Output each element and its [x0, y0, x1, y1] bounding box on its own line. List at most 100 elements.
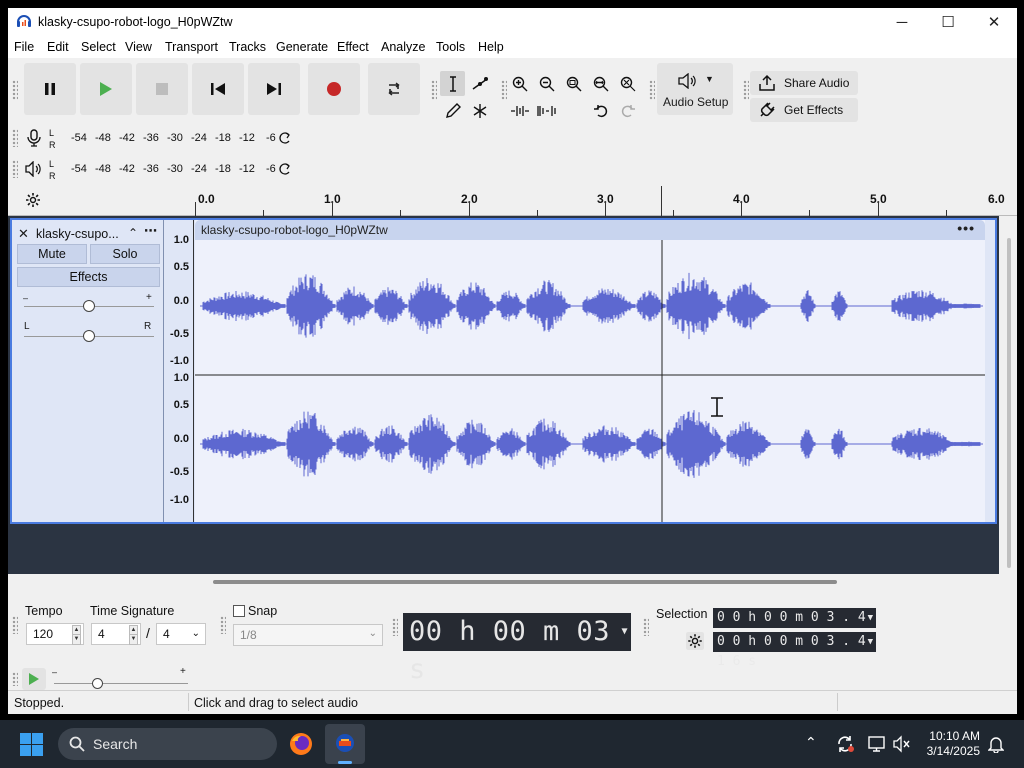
snap-select[interactable]: 1/8 ⌄	[233, 624, 383, 646]
time-signature-numerator[interactable]: 4 ▲ ▼	[91, 623, 141, 645]
snap-grip[interactable]	[220, 616, 226, 634]
snap-checkbox[interactable]	[233, 605, 245, 617]
speaker-icon[interactable]	[25, 161, 43, 177]
envelope-tool[interactable]	[467, 71, 492, 96]
minimize-button[interactable]: ─	[879, 8, 925, 36]
collapse-track-icon[interactable]: ⌃	[128, 226, 138, 240]
timeline-ruler[interactable]: 0.0 1.0 2.0 3.0 4.0 5.0 6.0	[8, 186, 1017, 216]
draw-tool[interactable]	[440, 98, 465, 123]
vertical-scrollbar[interactable]	[1005, 224, 1013, 568]
waveform[interactable]	[195, 240, 985, 522]
get-effects-button[interactable]: Get Effects	[750, 98, 858, 122]
microphone-icon[interactable]	[27, 129, 41, 147]
audio-setup-button[interactable]: ▼ Audio Setup	[657, 63, 733, 115]
selection-tool[interactable]	[440, 71, 465, 96]
menu-tools[interactable]: Tools	[436, 40, 465, 54]
close-button[interactable]: ✕	[971, 8, 1017, 36]
gain-slider-thumb[interactable]	[83, 300, 95, 312]
title-bar[interactable]: klasky-csupo-robot-logo_H0pWZtw ─ ☐ ✕	[8, 8, 1017, 36]
multi-tool[interactable]	[467, 98, 492, 123]
amplitude-ruler[interactable]: 1.0 0.5 0.0 -0.5 -1.0 1.0 0.5 0.0 -0.5 -…	[164, 220, 194, 522]
chevron-down-icon[interactable]: ▼	[621, 613, 628, 651]
meter-reset-icon[interactable]	[279, 132, 291, 144]
play-button[interactable]	[80, 63, 132, 115]
chevron-up-icon[interactable]: ⌃	[805, 734, 817, 751]
menu-transport[interactable]: Transport	[165, 40, 218, 54]
audio-track[interactable]: ✕ klasky-csupo... ⌃ ⋯ Mute Solo Effects …	[10, 218, 997, 524]
close-track-icon[interactable]: ✕	[18, 226, 29, 242]
time-sig-grip[interactable]	[12, 616, 18, 634]
speed-slider-track[interactable]	[54, 683, 188, 684]
effects-button[interactable]: Effects	[17, 267, 160, 287]
loop-button[interactable]	[368, 63, 420, 115]
taskbar-search[interactable]: Search	[58, 728, 277, 760]
fit-project-button[interactable]	[588, 71, 613, 96]
selection-end-time[interactable]: 0 0 h 0 0 m 0 3 . 4 1 6 s ▼	[713, 632, 876, 669]
solo-button[interactable]: Solo	[90, 244, 160, 264]
speed-slider-thumb[interactable]	[92, 678, 103, 689]
fit-selection-button[interactable]	[561, 71, 586, 96]
firefox-icon[interactable]	[289, 732, 313, 756]
volume-muted-icon[interactable]	[893, 735, 911, 753]
time-display[interactable]: 00 h 00 m 03 s ▼	[403, 613, 631, 685]
pause-button[interactable]	[24, 63, 76, 115]
menu-effect[interactable]: Effect	[337, 40, 369, 54]
vertical-scroll-thumb[interactable]	[1007, 238, 1011, 568]
time-grip[interactable]	[392, 618, 398, 636]
play-at-speed-button[interactable]	[22, 668, 46, 690]
notification-bell-icon[interactable]	[988, 735, 1004, 753]
record-meter-grip[interactable]	[12, 129, 18, 147]
toolbar-grip[interactable]	[12, 80, 18, 100]
clip-header[interactable]: klasky-csupo-robot-logo_H0pWZtw •••	[195, 220, 985, 240]
skip-to-start-button[interactable]	[192, 63, 244, 115]
tools-grip[interactable]	[431, 80, 437, 100]
maximize-button[interactable]: ☐	[925, 8, 971, 36]
chevron-down-icon[interactable]: ▼	[868, 632, 873, 652]
spin-down-icon[interactable]: ▼	[129, 634, 138, 645]
zoom-out-button[interactable]	[534, 71, 559, 96]
chevron-down-icon[interactable]: ▼	[868, 608, 873, 628]
sync-icon[interactable]	[835, 734, 855, 754]
menu-edit[interactable]: Edit	[47, 40, 69, 54]
horizontal-scrollbar[interactable]	[213, 580, 837, 584]
menu-generate[interactable]: Generate	[276, 40, 328, 54]
taskbar-clock[interactable]: 10:10 AM 3/14/2025	[927, 729, 980, 759]
zoom-toggle-button[interactable]	[615, 71, 640, 96]
menu-analyze[interactable]: Analyze	[381, 40, 425, 54]
gear-icon[interactable]	[25, 192, 41, 208]
menu-view[interactable]: View	[125, 40, 152, 54]
track-menu-icon[interactable]: ⋯	[144, 223, 157, 239]
selection-grip[interactable]	[643, 618, 649, 636]
menu-help[interactable]: Help	[478, 40, 504, 54]
redo-button[interactable]	[615, 98, 640, 123]
audacity-taskbar-button[interactable]	[325, 724, 365, 764]
network-icon[interactable]	[868, 735, 886, 753]
clip-menu-icon[interactable]: •••	[957, 220, 975, 236]
meter-reset-icon[interactable]	[279, 163, 291, 175]
share-audio-button[interactable]: Share Audio	[750, 71, 858, 95]
spin-down-icon[interactable]: ▼	[72, 634, 81, 645]
record-button[interactable]	[308, 63, 360, 115]
gear-icon[interactable]	[686, 632, 704, 650]
share-grip[interactable]	[743, 80, 749, 100]
stop-button[interactable]	[136, 63, 188, 115]
silence-audio-button[interactable]	[534, 98, 559, 123]
play-at-speed-grip[interactable]	[12, 672, 18, 686]
trim-audio-button[interactable]	[507, 98, 532, 123]
undo-button[interactable]	[588, 98, 613, 123]
menu-file[interactable]: File	[14, 40, 34, 54]
windows-start-icon[interactable]	[20, 733, 43, 756]
mute-button[interactable]: Mute	[17, 244, 87, 264]
menu-tracks[interactable]: Tracks	[229, 40, 266, 54]
selection-start-time[interactable]: 0 0 h 0 0 m 0 3 . 4 1 6 s ▼	[713, 608, 876, 645]
menu-select[interactable]: Select	[81, 40, 116, 54]
zoom-in-button[interactable]	[507, 71, 532, 96]
audio-setup-grip[interactable]	[649, 80, 655, 100]
skip-to-end-button[interactable]	[248, 63, 300, 115]
pan-slider-thumb[interactable]	[83, 330, 95, 342]
tempo-input[interactable]: 120 ▲ ▼	[26, 623, 84, 645]
track-area[interactable]: ✕ klasky-csupo... ⌃ ⋯ Mute Solo Effects …	[8, 216, 999, 574]
audio-clip[interactable]: klasky-csupo-robot-logo_H0pWZtw •••	[195, 220, 985, 522]
playback-meter-grip[interactable]	[12, 160, 18, 178]
time-signature-denominator[interactable]: 4 ⌄	[156, 623, 206, 645]
